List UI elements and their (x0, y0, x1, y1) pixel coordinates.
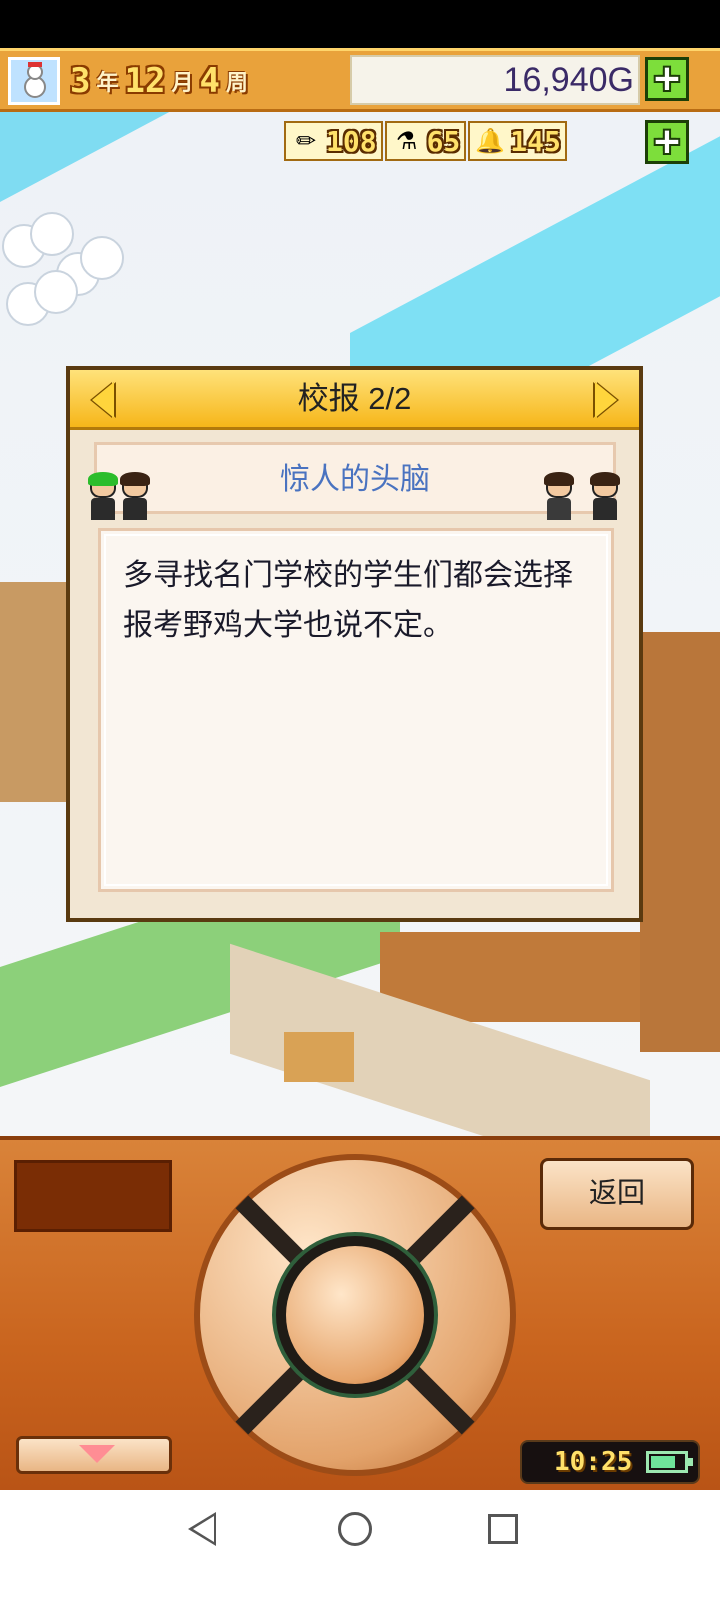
year-value: 3 (70, 61, 91, 101)
bell-value: 145 (510, 124, 561, 158)
school-news-dialog: 校报 2/2 惊人的头脑 多寻找名门学校的学生们都会选择报考野鸡大学也说不定。 (66, 366, 643, 922)
research-value: 108 (326, 124, 377, 158)
bell-icon: 🔔 (475, 127, 506, 155)
research-points: ✏ 108 (284, 121, 383, 161)
campus-building (0, 582, 70, 802)
snow-tree (34, 270, 78, 314)
news-subtitle: 惊人的头脑 (280, 463, 430, 496)
add-points-button[interactable]: + (645, 120, 689, 164)
clock: 10:25 (520, 1440, 700, 1484)
snow-tree (80, 236, 124, 280)
week-value: 4 (199, 61, 220, 101)
student-icon (542, 472, 576, 522)
back-button[interactable]: 返回 (540, 1158, 694, 1230)
battery-icon (646, 1451, 693, 1473)
news-content-box: 多寻找名门学校的学生们都会选择报考野鸡大学也说不定。 (98, 528, 614, 892)
nav-home-icon[interactable] (338, 1512, 372, 1546)
pencil-icon: ✏ (295, 127, 317, 155)
dpad[interactable] (194, 1154, 516, 1476)
subtitle-box: 惊人的头脑 (94, 442, 616, 514)
science-value: 65 (426, 124, 461, 158)
plus-icon: + (651, 58, 683, 99)
status-bar (0, 0, 720, 48)
student-icon (588, 472, 622, 522)
control-panel: 返回 10:25 (0, 1136, 720, 1490)
clock-time: 10:25 (554, 1447, 633, 1477)
month-unit: 月 (171, 71, 194, 96)
dialog-title: 校报 2/2 (297, 381, 412, 416)
plus-icon: + (651, 121, 683, 162)
top-hud: 3 年 12 月 4 周 16,940G + (0, 48, 720, 112)
snowman-icon[interactable] (8, 57, 60, 105)
flask-icon: ⚗ (395, 127, 418, 155)
system-nav-bar (0, 1490, 720, 1600)
student-icon (118, 472, 152, 522)
student-icon (86, 472, 120, 522)
add-money-button[interactable]: + (645, 57, 689, 101)
incinerator (284, 1032, 354, 1082)
nav-recent-icon[interactable] (488, 1514, 518, 1544)
money-display: 16,940G (350, 55, 640, 105)
dpad-center-button[interactable] (286, 1246, 424, 1384)
science-points: ⚗ 65 (384, 121, 467, 161)
dialog-header: 校报 2/2 (70, 370, 639, 430)
snow-tree (30, 212, 74, 256)
info-slot (14, 1160, 172, 1232)
sky-area (0, 112, 230, 202)
game-date: 3 年 12 月 4 周 (70, 57, 248, 105)
arrow-right-icon[interactable] (595, 382, 617, 418)
month-value: 12 (124, 61, 166, 101)
triangle-down-icon (79, 1445, 115, 1463)
bell-points: 🔔 145 (468, 121, 567, 161)
collapse-button[interactable] (16, 1436, 172, 1474)
resource-bar: ✏ 108 ⚗ 65 🔔 145 (284, 118, 567, 164)
week-unit: 周 (225, 71, 248, 96)
news-body: 多寻找名门学校的学生们都会选择报考野鸡大学也说不定。 (123, 559, 573, 642)
classroom-building (640, 632, 720, 1052)
year-unit: 年 (96, 71, 119, 96)
